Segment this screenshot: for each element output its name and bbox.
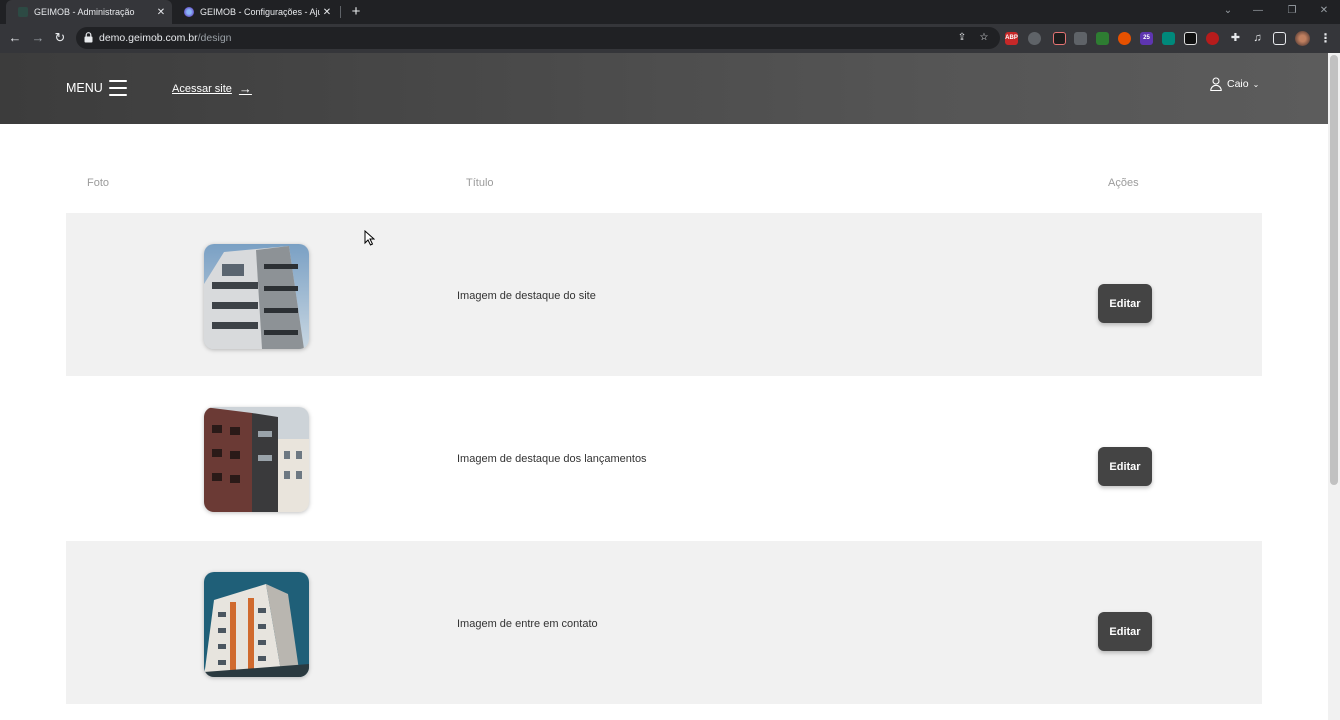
extension-icon[interactable] [1053,32,1066,45]
share-icon[interactable]: ⇪ [956,32,968,44]
reload-icon[interactable]: ↻ [50,28,70,48]
camera-extension-icon[interactable] [1028,32,1041,45]
profile-avatar[interactable] [1295,31,1310,46]
browser-tab[interactable]: GEIMOB - Configurações - Ajust ✕ [172,0,338,24]
restore-icon[interactable]: ❐ [1278,0,1306,24]
settings-favicon-icon [184,7,194,17]
row-thumbnail [204,572,309,677]
browser-toolbar: ← → ↻ demo.geimob.com.br/design ⇪ ☆ ABP … [0,24,1340,53]
scrollbar-thumb[interactable] [1330,55,1338,485]
user-icon [1210,77,1222,91]
page-content: MENU Acessar site → Caio ⌄ Foto Título A… [0,53,1328,720]
row-title: Imagem de entre em contato [457,618,598,630]
extension-badge-icon[interactable]: 25 [1140,32,1153,45]
hamburger-icon [108,80,127,96]
extension-icon[interactable] [1162,32,1175,45]
tab-divider [340,6,341,18]
arrow-right-icon: → [238,81,252,96]
geimob-favicon-icon [18,7,28,17]
user-name: Caio [1227,78,1249,90]
menu-button[interactable]: MENU [66,80,127,96]
chevron-down-icon: ⌄ [1252,79,1260,89]
row-title: Imagem de destaque dos lançamentos [457,453,647,465]
extension-icon[interactable] [1118,32,1131,45]
row-title: Imagem de destaque do site [457,290,596,302]
column-header-actions: Ações [1108,177,1139,189]
close-window-icon[interactable]: ✕ [1310,0,1338,24]
row-thumbnail [204,244,309,349]
site-header: MENU Acessar site → Caio ⌄ [0,53,1328,124]
user-menu[interactable]: Caio ⌄ [1210,77,1259,91]
extension-icon[interactable] [1184,32,1197,45]
adblock-extension-icon[interactable]: ABP [1005,32,1018,45]
browser-tab-bar: GEIMOB - Administração ✕ GEIMOB - Config… [0,0,1340,24]
tab-title: GEIMOB - Configurações - Ajust [200,7,320,17]
row-thumbnail [204,407,309,512]
minimize-icon[interactable]: — [1244,0,1272,24]
side-panel-icon[interactable] [1273,32,1286,45]
url-text: demo.geimob.com.br/design [99,32,232,44]
column-header-photo: Foto [87,177,110,189]
media-icon[interactable]: ♫ [1251,32,1264,45]
close-tab-icon[interactable]: ✕ [154,7,168,18]
column-header-title: Título [466,177,494,189]
back-icon[interactable]: ← [5,28,25,48]
page-scrollbar[interactable] [1328,53,1340,720]
browser-tab-active[interactable]: GEIMOB - Administração ✕ [6,0,172,24]
extension-icon[interactable] [1206,32,1219,45]
table-row: Imagem de entre em contato Editar [66,541,1262,704]
new-tab-button[interactable]: + [348,3,364,21]
forward-icon[interactable]: → [28,28,48,48]
address-bar[interactable]: demo.geimob.com.br/design ⇪ ☆ [76,27,1000,49]
edit-button[interactable]: Editar [1098,447,1152,486]
close-tab-icon[interactable]: ✕ [320,7,334,18]
table-row: Imagem de destaque do site Editar [66,213,1262,376]
extension-icon[interactable] [1074,32,1087,45]
menu-label: MENU [66,81,103,95]
table-row: Imagem de destaque dos lançamentos Edita… [66,376,1262,539]
edit-button[interactable]: Editar [1098,284,1152,323]
more-options-icon[interactable]: ⋮ [1319,32,1332,45]
tab-search-icon[interactable]: ⌄ [1214,0,1242,24]
lock-icon [84,32,93,43]
visit-site-link[interactable]: Acessar site → [172,81,252,96]
extension-icon[interactable] [1096,32,1109,45]
mouse-cursor-icon [364,230,375,246]
puzzle-extensions-icon[interactable]: ✚ [1229,32,1242,45]
tab-title: GEIMOB - Administração [34,7,135,17]
visit-site-label: Acessar site [172,82,232,95]
table-header: Foto Título Ações [66,163,1262,203]
edit-button[interactable]: Editar [1098,612,1152,651]
bookmark-star-icon[interactable]: ☆ [978,32,990,44]
